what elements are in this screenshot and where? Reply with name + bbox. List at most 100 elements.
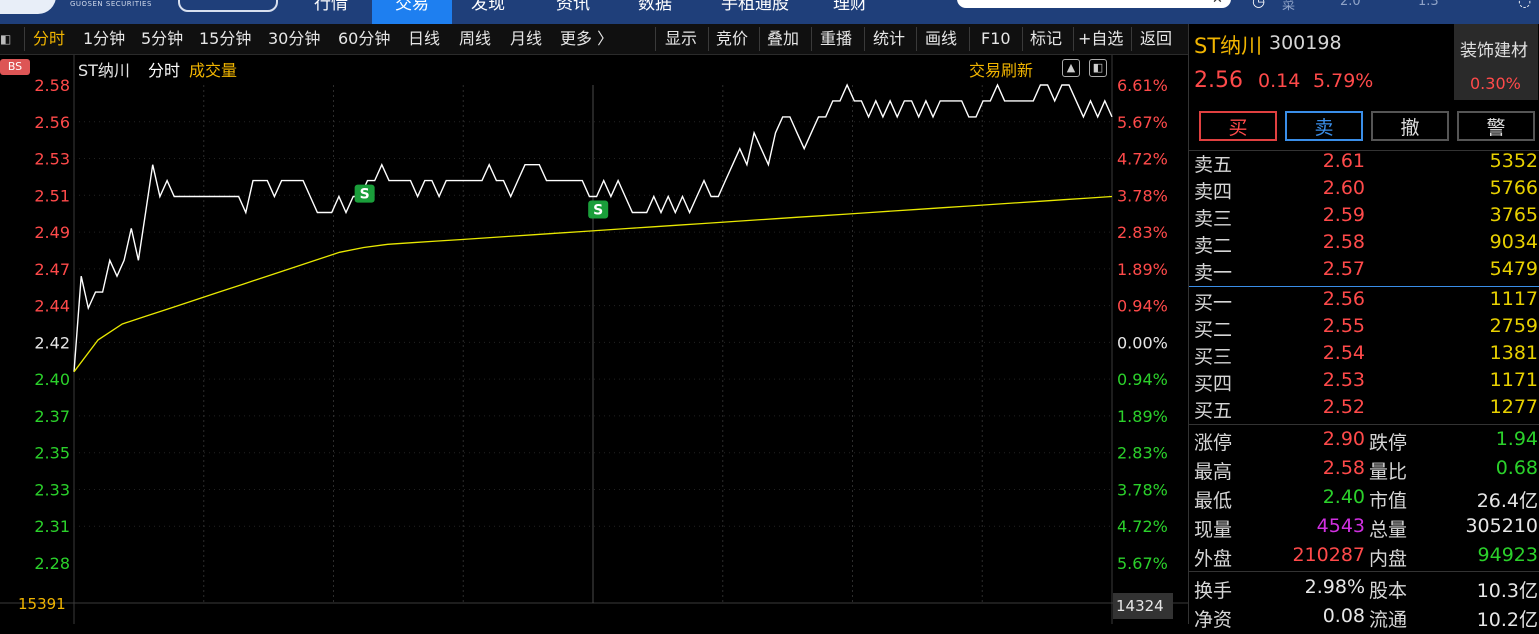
guosen-logo	[0, 0, 56, 14]
nav-right-item-1: 菜	[1282, 0, 1296, 13]
bid-row-1[interactable]: 买一 2.56 1117	[1189, 288, 1539, 315]
tool-draw[interactable]: 画线	[925, 24, 957, 54]
stat-value: 210287	[1292, 544, 1365, 566]
stat-label: 最高	[1194, 461, 1233, 483]
sell-marker-label: S	[593, 203, 603, 219]
divider	[969, 27, 970, 51]
intraday-chart[interactable]: 2.582.562.532.512.492.472.442.422.402.37…	[0, 55, 1188, 624]
ask-row-5[interactable]: 卖五 2.61 5352	[1189, 150, 1539, 177]
period-tab-timeshare[interactable]: 分时	[33, 24, 65, 54]
sell-button[interactable]: 卖	[1285, 111, 1363, 141]
order-label: 买一	[1194, 292, 1233, 314]
tool-add-watchlist[interactable]: +自选	[1078, 24, 1123, 54]
buy-button[interactable]: 买	[1199, 111, 1277, 141]
order-price: 2.60	[1322, 177, 1365, 199]
price-change-pct: 5.79%	[1313, 70, 1374, 92]
ask-row-1[interactable]: 卖一 2.57 5479	[1189, 258, 1539, 285]
nav-tab-trade[interactable]: 交易	[372, 0, 452, 24]
stat-value: 2.98%	[1304, 576, 1365, 598]
brand-text: GUOSEN SECURITIES	[70, 0, 152, 8]
period-tab-60min[interactable]: 60分钟	[338, 24, 390, 54]
order-volume: 2759	[1489, 315, 1538, 337]
order-price: 2.61	[1322, 150, 1365, 172]
y-tick-right: 0.94%	[1117, 370, 1168, 389]
ask-row-3[interactable]: 卖三 2.59 3765	[1189, 204, 1539, 231]
bs-badge[interactable]: BS	[0, 59, 30, 75]
y-tick-right: 5.67%	[1117, 554, 1168, 573]
period-tab-weekly[interactable]: 周线	[459, 24, 491, 54]
period-tab-more[interactable]: 更多 〉	[560, 24, 613, 54]
period-tab-5min[interactable]: 5分钟	[141, 24, 183, 54]
divider	[916, 27, 917, 51]
sector-name: 装饰建材	[1460, 41, 1528, 61]
expand-up-icon[interactable]: ▲	[1062, 59, 1080, 77]
bid-row-2[interactable]: 买二 2.55 2759	[1189, 315, 1539, 342]
bid-row-3[interactable]: 买三 2.54 1381	[1189, 342, 1539, 369]
period-tab-15min[interactable]: 15分钟	[199, 24, 251, 54]
divider	[1189, 424, 1539, 425]
search-input[interactable]	[957, 0, 1231, 8]
order-label: 卖一	[1194, 262, 1233, 284]
order-volume: 5479	[1489, 258, 1538, 280]
tool-f10[interactable]: F10	[981, 24, 1011, 54]
stats-row: 净资 0.08 流通 10.2亿	[1189, 605, 1539, 634]
tool-back[interactable]: 返回	[1140, 24, 1172, 54]
nav-tab-discover[interactable]: 发现	[458, 0, 518, 24]
y-tick-left: 2.49	[34, 223, 70, 242]
stat-value: 305210	[1465, 515, 1538, 537]
divider	[864, 27, 865, 51]
stat-value: 2.90	[1322, 428, 1365, 450]
top-nav: GUOSEN SECURITIES 行情 交易 发现 资讯 数据 手租通股 理财…	[0, 0, 1539, 24]
cancel-order-button[interactable]: 撤	[1371, 111, 1449, 141]
stat-value: 2.40	[1322, 486, 1365, 508]
nav-tab-news[interactable]: 资讯	[538, 0, 608, 24]
stat-label: 外盘	[1194, 548, 1233, 570]
order-price: 2.52	[1322, 396, 1365, 418]
sector-box[interactable]: 装饰建材 0.30%	[1454, 24, 1538, 100]
period-tab-1min[interactable]: 1分钟	[83, 24, 125, 54]
period-tab-30min[interactable]: 30分钟	[268, 24, 320, 54]
stat-value: 1.94	[1495, 428, 1538, 450]
nav-tab-quotes[interactable]: 行情	[296, 0, 366, 24]
order-volume: 3765	[1489, 204, 1538, 226]
stat-value: 4543	[1316, 515, 1365, 537]
window-control-icon[interactable]: ◌	[1518, 0, 1531, 10]
divider	[655, 27, 656, 51]
bid-row-5[interactable]: 买五 2.52 1277	[1189, 396, 1539, 423]
tool-mark[interactable]: 标记	[1030, 24, 1062, 54]
y-tick-right: 1.89%	[1117, 260, 1168, 279]
stat-value: 94923	[1477, 544, 1538, 566]
trade-refresh-link[interactable]: 交易刷新	[969, 57, 1033, 81]
chart-indicator[interactable]: 成交量	[189, 57, 237, 81]
period-tab-daily[interactable]: 日线	[408, 24, 440, 54]
nav-tab-data[interactable]: 数据	[620, 0, 690, 24]
divider	[1189, 571, 1539, 572]
ask-row-4[interactable]: 卖四 2.60 5766	[1189, 177, 1539, 204]
tool-replay[interactable]: 重播	[820, 24, 852, 54]
stats-row: 换手 2.98% 股本 10.3亿	[1189, 576, 1539, 605]
clear-search-icon[interactable]: ✕	[1212, 0, 1223, 7]
y-tick-right: 5.67%	[1117, 113, 1168, 132]
collapse-panel-icon[interactable]: ◧	[0, 24, 11, 54]
ask-row-2[interactable]: 卖二 2.58 9034	[1189, 231, 1539, 258]
bid-row-4[interactable]: 买四 2.53 1171	[1189, 369, 1539, 396]
y-tick-left: 2.40	[34, 370, 70, 389]
alert-button[interactable]: 警	[1457, 111, 1535, 141]
tool-overlay[interactable]: 叠加	[767, 24, 799, 54]
y-tick-right: 4.72%	[1117, 517, 1168, 536]
y-tick-right: 2.83%	[1117, 444, 1168, 463]
period-tab-monthly[interactable]: 月线	[510, 24, 542, 54]
tool-display[interactable]: 显示	[665, 24, 697, 54]
tool-statistics[interactable]: 统计	[873, 24, 905, 54]
stat-value: 10.2亿	[1476, 609, 1538, 631]
order-label: 买二	[1194, 319, 1233, 341]
account-switch[interactable]	[178, 0, 278, 12]
tool-auction[interactable]: 竞价	[716, 24, 748, 54]
y-tick-left: 2.44	[34, 297, 70, 316]
clock-icon[interactable]: ◷	[1252, 0, 1265, 10]
y-tick-left: 2.42	[34, 333, 70, 352]
nav-tab-finance[interactable]: 理财	[820, 0, 880, 24]
split-panel-icon[interactable]: ◧	[1089, 59, 1107, 77]
nav-tab-stock[interactable]: 手租通股	[706, 0, 804, 24]
y-tick-left: 2.37	[34, 407, 70, 426]
